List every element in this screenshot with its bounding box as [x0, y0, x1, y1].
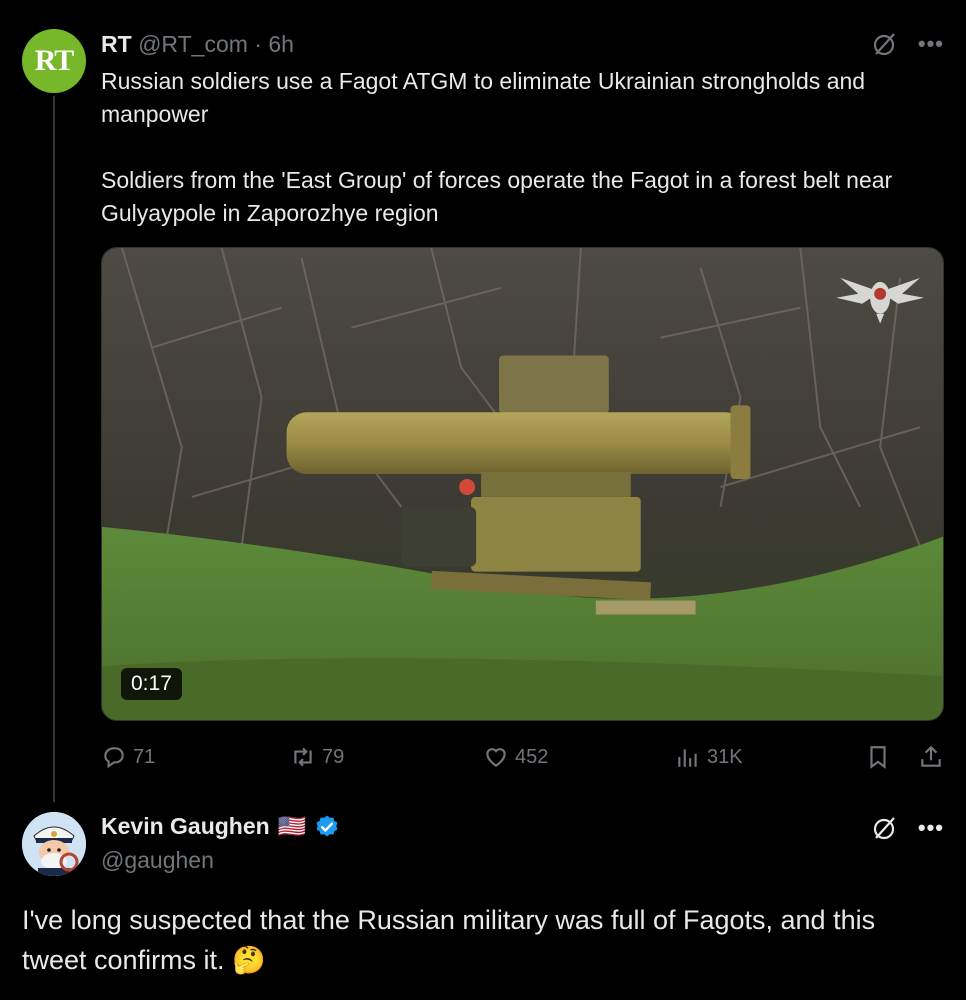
author-name[interactable]: RT: [101, 31, 132, 57]
views-icon: [678, 749, 697, 767]
reply-author-handle[interactable]: @gaughen: [101, 847, 214, 874]
share-button[interactable]: [918, 744, 944, 770]
repost-count: 79: [322, 745, 345, 768]
video-thumbnail: [102, 248, 943, 720]
share-icon: [921, 745, 941, 767]
avatar-illustration: [22, 812, 86, 876]
avatar[interactable]: [22, 812, 86, 876]
video-player[interactable]: 0:17: [101, 247, 944, 721]
tweet-text: Russian soldiers use a Fagot ATGM to eli…: [101, 65, 941, 230]
thread-line: [53, 96, 55, 802]
reply-icon: [104, 747, 124, 769]
like-button[interactable]: 452: [483, 744, 548, 770]
reply-text-content: I've long suspected that the Russian mil…: [22, 905, 876, 975]
reply-author-name[interactable]: Kevin Gaughen: [101, 813, 270, 840]
tweet-header: RT @RT_com · 6h: [101, 31, 294, 58]
avatar-logo-text: RT: [34, 44, 75, 77]
tweet-text-paragraph-2: Soldiers from the 'East Group' of forces…: [101, 167, 893, 226]
reply-header: Kevin Gaughen 🇺🇸: [101, 813, 340, 840]
bookmark-icon: [870, 746, 886, 769]
repost-icon: [294, 747, 312, 767]
like-count: 452: [515, 745, 549, 768]
tweet-actions: 71 79 452 31K: [101, 744, 946, 774]
reply-top-actions: •••: [872, 815, 944, 841]
flag-icon: 🇺🇸: [277, 813, 307, 839]
thinking-face-emoji: 🤔: [232, 945, 266, 975]
avatar[interactable]: RT: [22, 29, 86, 93]
views-button[interactable]: 31K: [675, 744, 743, 770]
separator-dot: ·: [254, 31, 262, 57]
tweet-text-paragraph-1: Russian soldiers use a Fagot ATGM to eli…: [101, 68, 866, 127]
reply-text: I've long suspected that the Russian mil…: [22, 900, 942, 980]
heart-icon: [486, 748, 506, 767]
timestamp[interactable]: 6h: [268, 31, 294, 57]
more-icon[interactable]: •••: [918, 33, 944, 55]
reply-button[interactable]: 71: [101, 744, 155, 770]
repost-button[interactable]: 79: [290, 744, 344, 770]
video-duration: 0:17: [121, 668, 182, 700]
tweet-top-actions: •••: [872, 31, 944, 57]
view-count: 31K: [707, 745, 743, 768]
author-handle[interactable]: @RT_com: [138, 31, 248, 57]
verified-badge-icon[interactable]: [314, 814, 340, 840]
reply-count: 71: [133, 745, 156, 768]
more-icon[interactable]: •••: [918, 817, 944, 839]
grok-icon[interactable]: [872, 815, 898, 841]
bookmark-button[interactable]: [865, 744, 891, 770]
grok-icon[interactable]: [872, 31, 898, 57]
